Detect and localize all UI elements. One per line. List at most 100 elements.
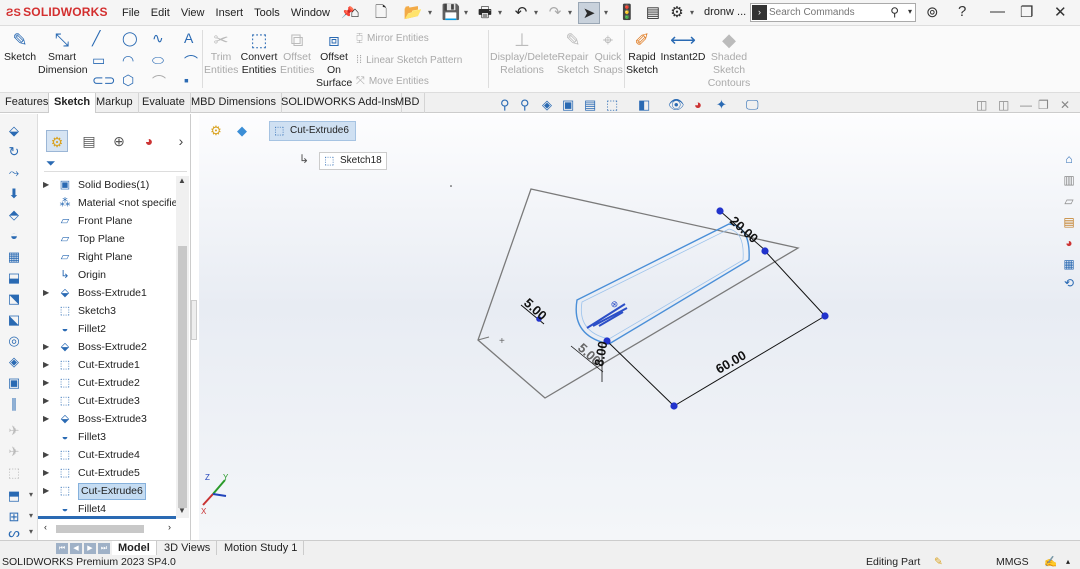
spline-icon[interactable]: ∿: [152, 30, 164, 47]
options-dropdown-icon[interactable]: ▾: [690, 8, 694, 17]
slot-icon[interactable]: ⊂⊃: [92, 72, 115, 89]
quick-tips-icon[interactable]: ✍: [1044, 555, 1057, 569]
tree-item[interactable]: ▶ ⬚ Cut-Extrude2: [38, 374, 176, 392]
view-orientation-icon[interactable]: ⬚: [606, 97, 618, 113]
home-icon[interactable]: ⌂: [344, 2, 366, 24]
tree-item[interactable]: ↳ Origin: [38, 266, 176, 284]
tile-vertical-icon[interactable]: ◫: [998, 98, 1009, 112]
draft-icon[interactable]: ⬔: [5, 290, 23, 307]
search-icon[interactable]: ⚲: [890, 5, 899, 19]
tree-item[interactable]: ⬚ Sketch3: [38, 302, 176, 320]
swept-boss-icon[interactable]: ⤳: [5, 164, 23, 181]
dimension-height[interactable]: 8.00: [591, 340, 610, 368]
trim-entities-button[interactable]: ✂ Trim Entities: [204, 30, 238, 77]
spline-tools-dropdown-icon[interactable]: ▾: [29, 527, 33, 536]
open-folder-icon[interactable]: 📂: [402, 2, 424, 24]
view-palette-icon[interactable]: ▤: [1060, 213, 1078, 231]
tab-markup[interactable]: Markup: [91, 93, 139, 113]
tree-item[interactable]: ▶ ⬙ Boss-Extrude2: [38, 338, 176, 356]
options-gear-icon[interactable]: ⚙: [666, 2, 688, 24]
spline-tools-icon[interactable]: ᔕ: [5, 524, 23, 541]
filter-icon[interactable]: ⏷: [46, 156, 56, 171]
scroll-right-icon[interactable]: ›: [168, 522, 171, 532]
tree-item[interactable]: ◒ Fillet3: [38, 428, 176, 446]
graphics-area[interactable]: ⚙ ◆ ⬚ Cut-Extrude6 ↳ ⬚ Sketch18 ⊕ 20.00 …: [199, 114, 1080, 540]
sketch-tools-icon[interactable]: ⊞: [5, 508, 23, 525]
line-icon[interactable]: ╱: [92, 30, 100, 47]
expand-arrow-icon[interactable]: ▶: [43, 176, 49, 194]
expand-arrow-icon[interactable]: ▶: [43, 464, 49, 482]
linear-sketch-pattern-button[interactable]: ⁞⁞ Linear Sketch Pattern: [356, 54, 462, 66]
tree-item[interactable]: ▶ ▣ Solid Bodies(1): [38, 176, 176, 194]
linear-pattern-feature-icon[interactable]: ▦: [5, 248, 23, 265]
sketch-point[interactable]: [821, 312, 829, 320]
rib-icon[interactable]: ⬕: [5, 311, 23, 328]
menu-edit[interactable]: Edit: [151, 7, 170, 19]
move-entities-button[interactable]: ⤧ Move Entities: [356, 75, 429, 88]
tab-model[interactable]: Model: [112, 541, 157, 556]
offset-entities-button[interactable]: ⧉ Offset Entities: [280, 30, 314, 77]
tree-horizontal-scrollbar[interactable]: ‹ ›: [44, 522, 174, 536]
search-dropdown-icon[interactable]: ▾: [908, 7, 912, 16]
centerline-icon[interactable]: ⌒: [152, 72, 166, 92]
save-dropdown-icon[interactable]: ▾: [464, 8, 468, 17]
tree-item[interactable]: ▶ ⬚ Cut-Extrude3: [38, 392, 176, 410]
tile-horizontal-icon[interactable]: ◫: [976, 98, 987, 112]
text-icon[interactable]: A: [184, 30, 193, 46]
redo-dropdown-icon[interactable]: ▾: [568, 8, 572, 17]
previous-tab-icon[interactable]: ◀: [70, 543, 82, 554]
tree-item[interactable]: ▶ ⬚ Cut-Extrude1: [38, 356, 176, 374]
tree-item[interactable]: ▶ ⬚ Cut-Extrude5: [38, 464, 176, 482]
design-library-icon[interactable]: ▥: [1060, 171, 1078, 189]
display-delete-relations-button[interactable]: ⊥ Display/Delete Relations: [490, 30, 558, 77]
sketch-point[interactable]: [716, 207, 724, 215]
tree-item[interactable]: ⁂ Material <not specified>: [38, 194, 177, 212]
tab-sketch[interactable]: Sketch: [48, 93, 97, 113]
rebuild-traffic-light-icon[interactable]: 🚦: [616, 2, 638, 24]
file-explorer-icon[interactable]: ▱: [1060, 192, 1078, 210]
tab-mbd-dimensions[interactable]: MBD Dimensions: [186, 93, 282, 113]
instant2d-button[interactable]: ⟷ Instant2D: [660, 30, 706, 64]
scroll-thumb[interactable]: [178, 246, 187, 508]
print-dropdown-icon[interactable]: ▾: [498, 8, 502, 17]
section-view-icon[interactable]: ▣: [562, 97, 574, 113]
zoom-to-area-icon[interactable]: ⚲: [520, 97, 530, 113]
weldment-icon[interactable]: ✈: [5, 443, 23, 460]
menu-tools[interactable]: Tools: [254, 7, 280, 19]
offset-on-surface-button[interactable]: ⧈ Offset On Surface: [316, 30, 352, 90]
configuration-manager-icon[interactable]: ⊕: [108, 130, 130, 152]
horizontal-scroll-thumb[interactable]: [56, 525, 144, 533]
tree-filter[interactable]: ⏷: [44, 156, 187, 172]
wrap-icon[interactable]: ◎: [5, 332, 23, 349]
shaded-sketch-contours-button[interactable]: ◆ Shaded Sketch Contours: [706, 30, 752, 90]
solidworks-resources-icon[interactable]: ⌂: [1060, 150, 1078, 168]
hide-show-items-icon[interactable]: 👁: [668, 97, 685, 113]
smart-dimension-button[interactable]: ⤡ Smart Dimension: [38, 30, 88, 77]
select-dropdown-icon[interactable]: ▾: [604, 8, 608, 17]
custom-properties-icon[interactable]: ▦: [1060, 255, 1078, 273]
tree-item[interactable]: ◒ Fillet4: [38, 500, 176, 516]
dimension-offset-a[interactable]: 5.00: [521, 295, 550, 323]
rollback-bar[interactable]: [38, 516, 176, 519]
solidworks-forum-icon[interactable]: ⟲: [1060, 274, 1078, 292]
instant3d-icon[interactable]: ∥: [5, 395, 23, 412]
first-tab-icon[interactable]: ⏮: [56, 543, 68, 554]
part-outline[interactable]: [477, 188, 800, 399]
sketch-button[interactable]: ✎ Sketch: [4, 30, 36, 64]
property-manager-icon[interactable]: ▤: [78, 130, 100, 152]
redo-icon[interactable]: ↷: [544, 2, 566, 24]
new-document-icon[interactable]: 🗋: [370, 2, 392, 24]
scroll-down-icon[interactable]: ▼: [178, 506, 186, 515]
tab-features[interactable]: Features: [0, 93, 55, 113]
expand-tabs-chevron-icon[interactable]: ›: [170, 130, 192, 152]
circle-icon[interactable]: ◯: [122, 30, 138, 47]
repair-sketch-button[interactable]: ✎ Repair Sketch: [556, 30, 590, 77]
polygon-icon[interactable]: ⬡: [122, 72, 134, 89]
scroll-up-icon[interactable]: ▲: [178, 176, 186, 185]
fillet-sketch-icon[interactable]: ⌒: [184, 52, 198, 72]
rebuild-status-icon[interactable]: ✎: [934, 555, 943, 569]
rectangle-icon[interactable]: ▭: [92, 52, 105, 69]
previous-view-icon[interactable]: ◈: [542, 97, 552, 113]
units-dropdown-icon[interactable]: ▴: [1066, 555, 1070, 569]
last-tab-icon[interactable]: ⏭: [98, 543, 110, 554]
